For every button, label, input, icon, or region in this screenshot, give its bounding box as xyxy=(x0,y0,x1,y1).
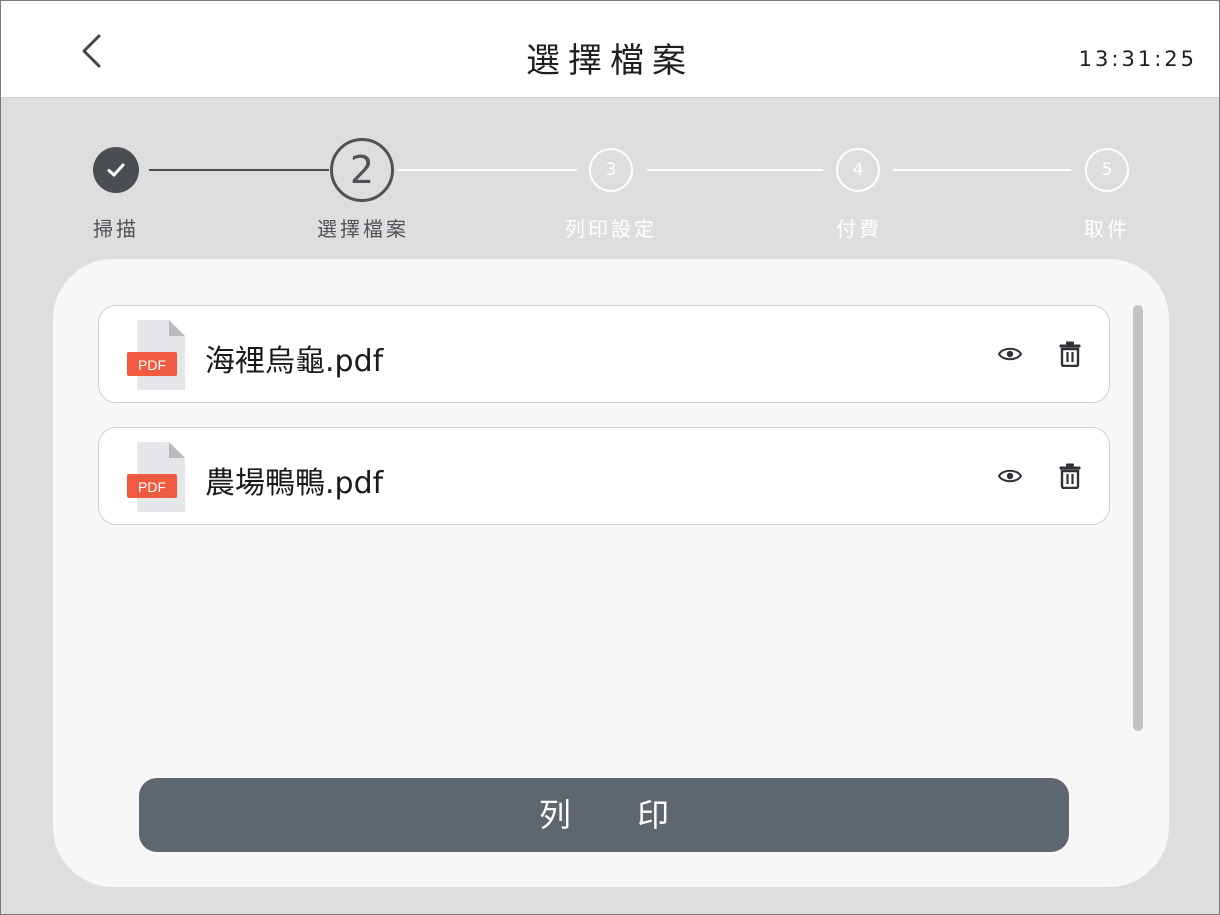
delete-button[interactable] xyxy=(1055,339,1085,369)
eye-icon xyxy=(998,347,1022,361)
delete-button[interactable] xyxy=(1055,461,1085,491)
file-row[interactable]: PDF 農場鴨鴨.pdf xyxy=(98,427,1110,525)
pdf-file-icon: PDF xyxy=(127,442,185,512)
step-connector xyxy=(397,169,577,171)
trash-icon xyxy=(1059,463,1081,489)
step-2-label: 選擇檔案 xyxy=(317,217,409,241)
trash-icon xyxy=(1059,341,1081,367)
step-3-label: 列印設定 xyxy=(565,217,657,241)
step-connector xyxy=(647,169,823,171)
file-name: 農場鴨鴨.pdf xyxy=(205,466,384,501)
pdf-file-icon: PDF xyxy=(127,320,185,390)
scrollbar[interactable] xyxy=(1133,305,1143,731)
check-icon xyxy=(107,163,125,177)
step-1-label: 掃描 xyxy=(93,217,139,241)
header-bar: 選擇檔案 13:31:25 xyxy=(1,1,1219,98)
step-4-node: 4 xyxy=(836,148,880,192)
step-3-node: 3 xyxy=(589,148,633,192)
file-list-panel: PDF 海裡烏龜.pdf PDF 農場鴨鴨.pdf 列 印 xyxy=(53,259,1169,887)
step-1-node xyxy=(93,147,139,193)
step-connector xyxy=(149,169,329,171)
print-button[interactable]: 列 印 xyxy=(139,778,1069,852)
clock: 13:31:25 xyxy=(1078,47,1197,71)
file-name: 海裡烏龜.pdf xyxy=(205,344,384,379)
page-title: 選擇檔案 xyxy=(526,41,694,81)
step-2-node: 2 xyxy=(330,138,394,202)
preview-button[interactable] xyxy=(995,339,1025,369)
file-row[interactable]: PDF 海裡烏龜.pdf xyxy=(98,305,1110,403)
step-connector xyxy=(893,169,1071,171)
step-5-node: 5 xyxy=(1085,148,1129,192)
svg-text:PDF: PDF xyxy=(138,479,166,495)
preview-button[interactable] xyxy=(995,461,1025,491)
eye-icon xyxy=(998,469,1022,483)
svg-text:PDF: PDF xyxy=(138,357,166,373)
step-5-label: 取件 xyxy=(1084,217,1130,241)
step-4-label: 付費 xyxy=(836,217,882,241)
progress-stepper: 2 3 4 5 掃描 選擇檔案 列印設定 付費 取件 xyxy=(1,131,1219,251)
